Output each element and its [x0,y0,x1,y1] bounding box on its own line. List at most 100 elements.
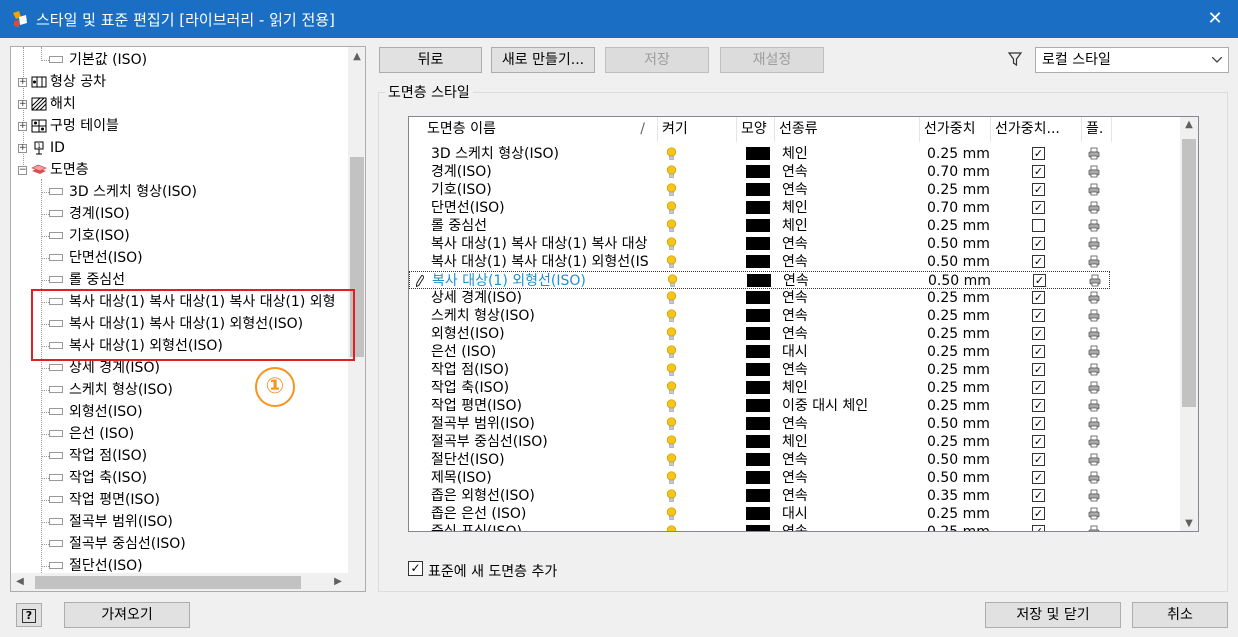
lineweight-value[interactable]: 0.25 mm [927,181,990,199]
lineweight-value[interactable]: 0.25 mm [927,433,990,451]
printer-icon[interactable] [1088,381,1100,394]
layer-row[interactable]: 작업 점(ISO) 연속 0.25 mm ✓ [409,361,1182,379]
linetype-value[interactable]: 연속 [782,487,808,505]
scale-checkbox[interactable]: ✓ [1032,309,1045,322]
linetype-value[interactable]: 대시 [782,505,808,523]
layer-row[interactable]: 단면선(ISO) 체인 0.70 mm ✓ [409,199,1182,217]
lineweight-value[interactable]: 0.25 mm [927,217,990,235]
scale-checkbox[interactable]: ✓ [1032,363,1045,376]
lineweight-value[interactable]: 0.50 mm [927,415,990,433]
cancel-button[interactable]: 취소 [1132,602,1228,628]
linetype-value[interactable]: 연속 [782,325,808,343]
lineweight-value[interactable]: 0.50 mm [927,235,990,253]
linetype-value[interactable]: 연속 [782,235,808,253]
linetype-value[interactable]: 이중 대시 체인 [782,397,868,415]
layer-row[interactable]: 기호(ISO) 연속 0.25 mm ✓ [409,181,1182,199]
back-button[interactable]: 뒤로 [379,47,482,73]
color-swatch[interactable] [746,417,770,430]
layer-row[interactable]: 은선 (ISO) 대시 0.25 mm ✓ [409,343,1182,361]
printer-icon[interactable] [1088,507,1100,520]
light-bulb-icon[interactable] [666,309,677,323]
layer-row[interactable]: 절곡부 범위(ISO) 연속 0.50 mm ✓ [409,415,1182,433]
scroll-up-icon[interactable]: ▲ [348,51,365,62]
linetype-value[interactable]: 체인 [782,217,808,235]
tree-item[interactable]: 외형선(ISO) [49,401,143,423]
tree-group[interactable]: +1 ID [18,137,65,159]
scale-checkbox[interactable]: ✓ [1032,255,1045,268]
printer-icon[interactable] [1088,435,1100,448]
printer-icon[interactable] [1088,453,1100,466]
printer-icon[interactable] [1088,399,1100,412]
tree-group[interactable]: + 구멍 테이블 [18,115,119,137]
color-swatch[interactable] [746,219,770,232]
scale-checkbox[interactable]: ✓ [1032,147,1045,160]
printer-icon[interactable] [1088,417,1100,430]
scale-checkbox[interactable]: ✓ [1032,507,1045,520]
printer-icon[interactable] [1088,363,1100,376]
printer-icon[interactable] [1088,327,1100,340]
linetype-value[interactable]: 연속 [782,253,808,271]
light-bulb-icon[interactable] [666,147,677,161]
printer-icon[interactable] [1088,309,1100,322]
lineweight-value[interactable]: 0.25 mm [927,145,990,163]
scroll-down-icon[interactable]: ▼ [1180,518,1198,529]
tree-item[interactable]: 은선 (ISO) [49,423,134,445]
printer-icon[interactable] [1088,255,1100,268]
scale-checkbox[interactable] [1032,219,1045,232]
printer-icon[interactable] [1088,147,1100,160]
color-swatch[interactable] [746,363,770,376]
scale-checkbox[interactable]: ✓ [1032,201,1045,214]
linetype-value[interactable]: 연속 [782,307,808,325]
expand-icon[interactable]: + [18,143,27,153]
printer-icon[interactable] [1088,345,1100,358]
tree-item[interactable]: 작업 점(ISO) [49,445,147,467]
layer-row[interactable]: 제목(ISO) 연속 0.50 mm ✓ [409,469,1182,487]
scale-checkbox[interactable]: ✓ [1032,489,1045,502]
light-bulb-icon[interactable] [666,201,677,215]
light-bulb-icon[interactable] [666,183,677,197]
color-swatch[interactable] [746,147,770,160]
light-bulb-icon[interactable] [666,327,677,341]
col-header-linetype[interactable]: 선종류 [775,117,920,142]
light-bulb-icon[interactable] [666,165,677,179]
save-button[interactable]: 저장 [605,47,709,73]
tree-group[interactable]: + 형상 공차 [18,71,106,93]
color-swatch[interactable] [746,255,770,268]
layer-row[interactable]: 작업 평면(ISO) 이중 대시 체인 0.25 mm ✓ [409,397,1182,415]
printer-icon[interactable] [1089,274,1101,287]
scale-checkbox[interactable]: ✓ [1032,327,1045,340]
layer-row[interactable]: 좁은 외형선(ISO) 연속 0.35 mm ✓ [409,487,1182,505]
layer-grid[interactable]: 도면층 이름 / 켜기 모양 선종류 선가중치 선가중치... 플. 3D 스케치… [408,116,1199,532]
color-swatch[interactable] [746,525,770,531]
tree-item[interactable]: 3D 스케치 형상(ISO) [49,181,197,203]
lineweight-value[interactable]: 0.70 mm [927,163,990,181]
color-swatch[interactable] [746,201,770,214]
layer-row[interactable]: 작업 축(ISO) 체인 0.25 mm ✓ [409,379,1182,397]
tree-hscrollbar[interactable]: ◀ ▶ [11,573,365,591]
layer-row[interactable]: 외형선(ISO) 연속 0.25 mm ✓ [409,325,1182,343]
color-swatch[interactable] [746,327,770,340]
collapse-icon[interactable]: − [18,165,27,175]
col-header-plot[interactable]: 플. [1082,117,1112,142]
scale-checkbox[interactable]: ✓ [1033,274,1046,287]
color-swatch[interactable] [746,399,770,412]
tree-item[interactable]: 단면선(ISO) [49,247,143,269]
linetype-value[interactable]: 연속 [782,469,808,487]
scale-checkbox[interactable]: ✓ [1032,525,1045,531]
tree-item[interactable]: 경계(ISO) [49,203,130,225]
color-swatch[interactable] [746,435,770,448]
tree-group[interactable]: − 도면층 [18,159,89,181]
tree-hscroll-thumb[interactable] [35,576,301,589]
light-bulb-icon[interactable] [666,417,677,431]
layer-row[interactable]: 롤 중심선 체인 0.25 mm [409,217,1182,235]
linetype-value[interactable]: 체인 [782,199,808,217]
scale-checkbox[interactable]: ✓ [1032,453,1045,466]
layer-row[interactable]: 절단선(ISO) 연속 0.50 mm ✓ [409,451,1182,469]
lineweight-value[interactable]: 0.50 mm [927,253,990,271]
tree-item[interactable]: 절곡부 중심선(ISO) [49,533,186,555]
color-swatch[interactable] [746,471,770,484]
col-header-scale[interactable]: 선가중치... [991,117,1082,142]
layer-row-selected[interactable]: 복사 대상(1) 외형선(ISO) 연속 0.50 mm ✓ [409,271,1110,289]
color-swatch[interactable] [746,165,770,178]
printer-icon[interactable] [1088,489,1100,502]
